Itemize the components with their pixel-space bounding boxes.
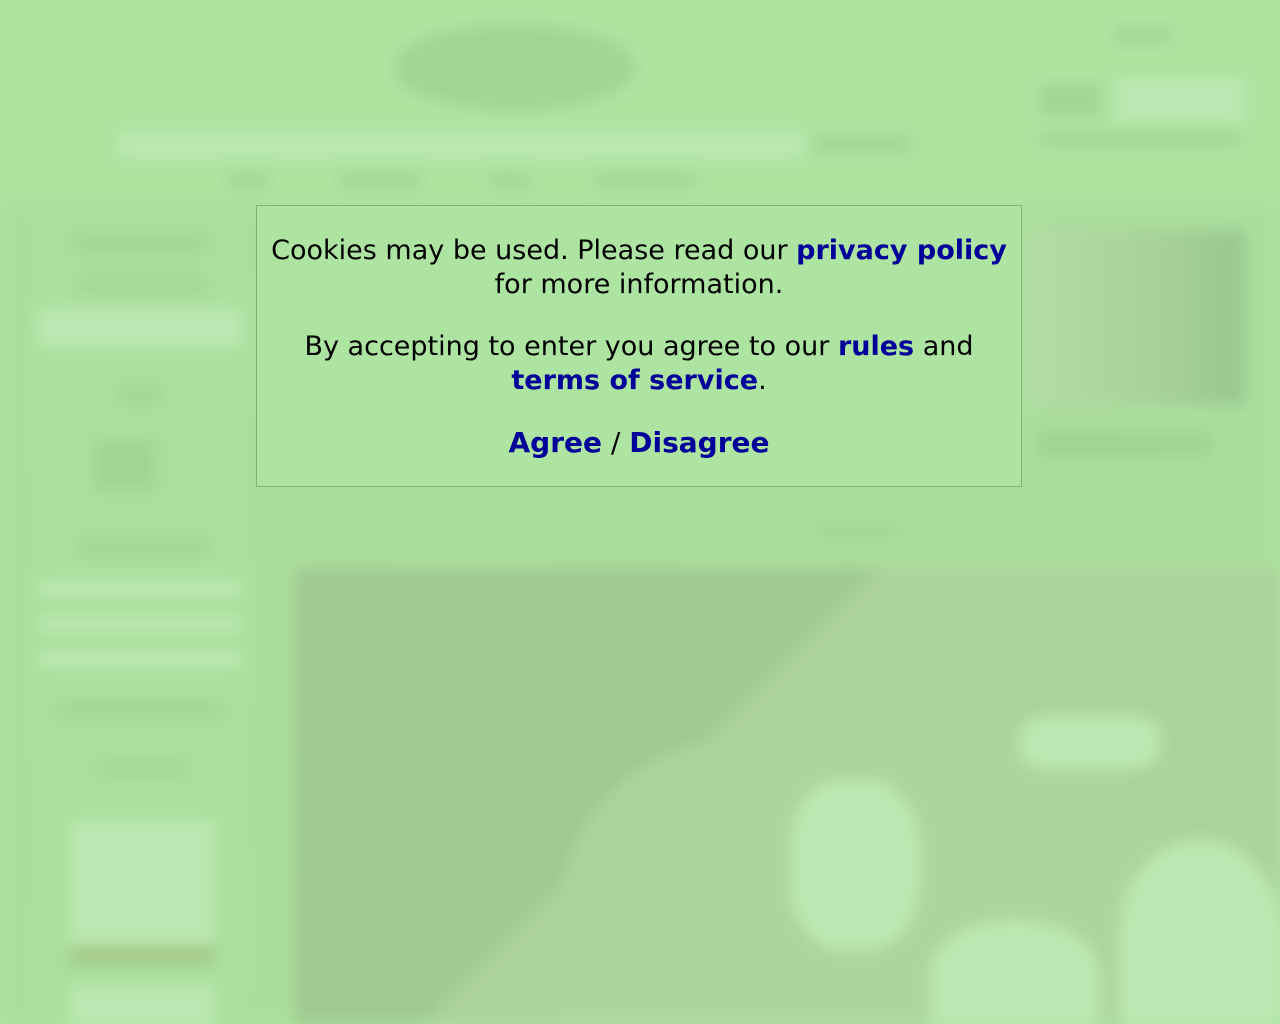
- terms-notice-text: By accepting to enter you agree to our r…: [257, 330, 1021, 398]
- disagree-button[interactable]: Disagree: [629, 426, 769, 459]
- cookie-consent-dialog: Cookies may be used. Please read our pri…: [256, 205, 1022, 487]
- cookie-notice-post: for more information.: [494, 269, 784, 300]
- page: Cookies may be used. Please read our pri…: [0, 0, 1280, 1024]
- terms-notice-pre: By accepting to enter you agree to our: [304, 331, 838, 362]
- terms-of-service-link[interactable]: terms of service: [511, 365, 758, 396]
- cookie-notice-text: Cookies may be used. Please read our pri…: [257, 234, 1021, 302]
- cookie-overlay: [0, 0, 1280, 1024]
- actions-separator: /: [602, 426, 630, 459]
- rules-link[interactable]: rules: [838, 331, 914, 362]
- cookie-notice-pre: Cookies may be used. Please read our: [271, 235, 797, 266]
- agree-button[interactable]: Agree: [509, 426, 603, 459]
- privacy-policy-link[interactable]: privacy policy: [796, 235, 1007, 266]
- terms-notice-post: .: [758, 365, 767, 396]
- terms-notice-mid: and: [914, 331, 974, 362]
- consent-actions: Agree / Disagree: [257, 426, 1021, 460]
